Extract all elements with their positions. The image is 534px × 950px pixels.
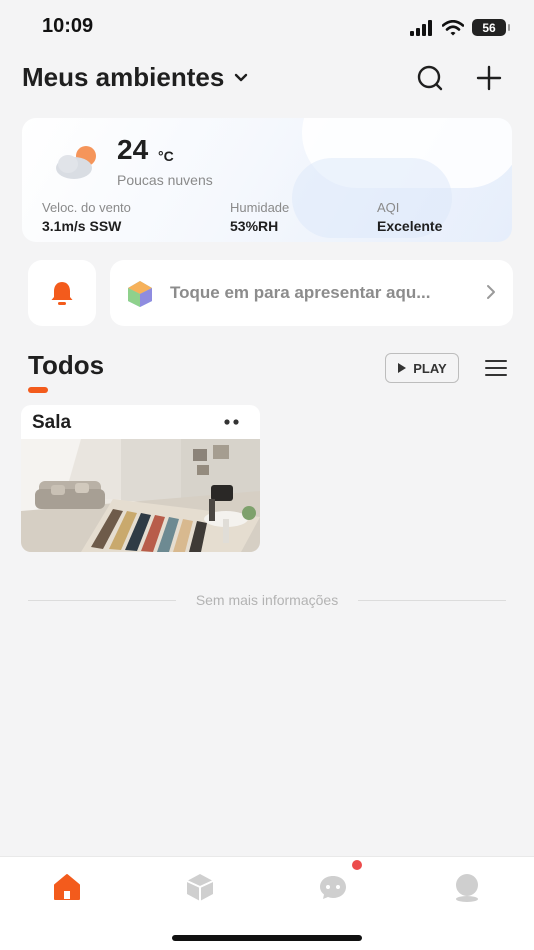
no-more-info-text: Sem mais informações	[195, 592, 339, 608]
humidity-stat: Humidade 53%RH	[230, 200, 289, 234]
chevron-down-icon	[235, 73, 248, 81]
wifi-icon	[442, 19, 464, 35]
add-button[interactable]	[473, 62, 505, 94]
room-card[interactable]: Sala	[21, 405, 260, 552]
tip-banner[interactable]: Toque em para apresentar aqu...	[110, 260, 513, 326]
smart-scene-icon	[128, 281, 152, 307]
status-bar: 10:09 56	[0, 0, 534, 56]
tab-messages[interactable]	[315, 871, 351, 903]
battery-indicator: 56	[472, 19, 510, 36]
wind-stat: Veloc. do vento 3.1m/s SSW	[42, 200, 131, 234]
list-menu-button[interactable]	[484, 356, 508, 380]
chevron-right-icon	[487, 285, 495, 299]
more-dots-icon	[224, 419, 239, 425]
play-label: PLAY	[413, 360, 447, 376]
tab-home[interactable]	[49, 871, 85, 903]
status-time: 10:09	[42, 15, 94, 37]
room-name: Sala	[32, 412, 72, 433]
play-button[interactable]: PLAY	[385, 353, 459, 383]
tip-text: Toque em para apresentar aqu...	[170, 283, 431, 302]
cellular-signal-icon	[410, 19, 432, 36]
divider-left	[28, 599, 176, 601]
weather-description: Poucas nuvens	[117, 172, 213, 188]
smart-cube-icon	[186, 874, 214, 901]
search-button[interactable]	[414, 62, 446, 94]
tab-profile[interactable]	[449, 871, 485, 903]
section-active-indicator	[28, 387, 48, 393]
plus-icon	[476, 65, 502, 91]
temperature-value: 24	[117, 134, 149, 165]
no-more-info: Sem mais informações	[28, 590, 507, 610]
tab-smart[interactable]	[182, 871, 218, 903]
humidity-value: 53%RH	[230, 218, 279, 234]
living-room-photo	[21, 439, 260, 552]
hamburger-menu-icon	[485, 360, 507, 376]
chat-bubble-icon	[320, 876, 346, 899]
wind-value: 3.1m/s SSW	[42, 218, 122, 234]
room-more-button[interactable]	[220, 414, 244, 430]
wind-label: Veloc. do vento	[42, 200, 131, 215]
status-icons: 56	[410, 19, 510, 36]
notifications-button[interactable]	[28, 260, 96, 326]
play-icon	[398, 363, 407, 373]
aqi-label: AQI	[377, 200, 400, 215]
temperature-unit: °C	[158, 148, 174, 164]
aqi-stat: AQI Excelente	[377, 200, 442, 234]
page-title: Meus ambientes	[22, 62, 225, 92]
humidity-label: Humidade	[230, 200, 290, 215]
home-selector[interactable]: Meus ambientes	[22, 62, 248, 93]
divider-right	[358, 599, 507, 601]
partly-cloudy-icon	[56, 146, 96, 179]
home-indicator	[172, 935, 362, 941]
header: Meus ambientes	[0, 58, 534, 102]
section-title[interactable]: Todos	[28, 350, 104, 381]
messages-badge	[352, 860, 362, 870]
home-icon	[54, 874, 80, 900]
profile-icon	[456, 874, 478, 902]
weather-card[interactable]: 24 °C Poucas nuvens Veloc. do vento 3.1m…	[22, 118, 512, 242]
bell-icon	[51, 282, 73, 305]
aqi-value: Excelente	[377, 218, 443, 234]
search-icon	[417, 65, 443, 91]
